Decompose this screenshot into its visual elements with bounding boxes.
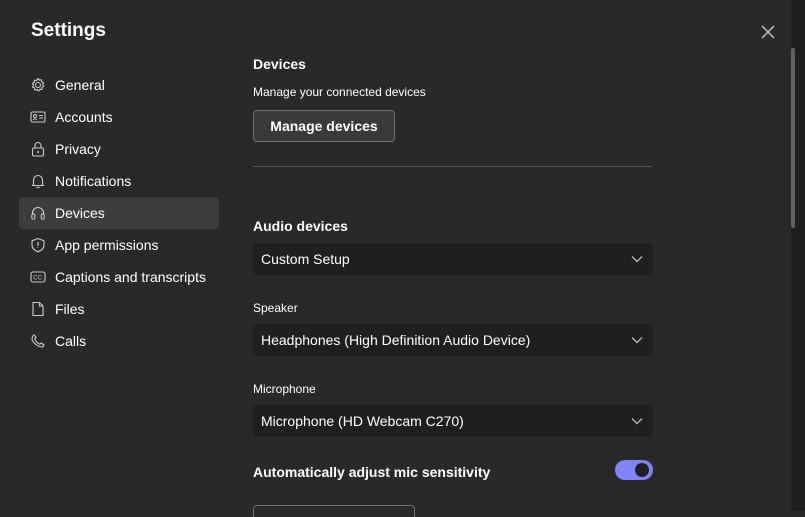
sidebar-item-notifications[interactable]: Notifications xyxy=(19,165,219,197)
speaker-label: Speaker xyxy=(253,301,298,315)
auto-adjust-mic-label: Automatically adjust mic sensitivity xyxy=(253,464,491,480)
bell-icon xyxy=(30,173,46,189)
phone-icon xyxy=(30,333,46,349)
speaker-value: Headphones (High Definition Audio Device… xyxy=(261,332,531,348)
sidebar-item-general[interactable]: General xyxy=(19,69,219,101)
chevron-down-icon xyxy=(631,418,643,425)
gear-icon xyxy=(30,77,46,93)
sidebar-item-label: App permissions xyxy=(55,237,159,253)
section-divider xyxy=(253,166,653,167)
sidebar-item-label: Calls xyxy=(55,333,87,349)
sidebar-item-label: Accounts xyxy=(55,109,113,125)
chevron-down-icon xyxy=(631,256,643,263)
devices-heading: Devices xyxy=(253,56,306,72)
chevron-down-icon xyxy=(631,337,643,344)
settings-sidebar: General Accounts Privacy Notifications D… xyxy=(19,69,219,357)
sidebar-item-app-permissions[interactable]: App permissions xyxy=(19,229,219,261)
headset-icon xyxy=(30,205,46,221)
svg-text:CC: CC xyxy=(33,276,42,282)
shield-icon xyxy=(30,237,46,253)
audio-setup-value: Custom Setup xyxy=(261,251,350,267)
sidebar-item-captions[interactable]: CC Captions and transcripts xyxy=(19,261,219,293)
cc-icon: CC xyxy=(30,269,46,285)
microphone-label: Microphone xyxy=(253,382,316,396)
sidebar-item-devices[interactable]: Devices xyxy=(19,197,219,229)
partially-visible-button[interactable] xyxy=(253,505,415,517)
sidebar-item-accounts[interactable]: Accounts xyxy=(19,101,219,133)
sidebar-item-label: Devices xyxy=(55,205,105,221)
lock-icon xyxy=(30,141,46,157)
sidebar-item-label: General xyxy=(55,77,105,93)
id-card-icon xyxy=(30,109,46,125)
audio-devices-heading: Audio devices xyxy=(253,218,348,234)
close-icon xyxy=(761,25,775,39)
sidebar-item-label: Captions and transcripts xyxy=(55,269,206,285)
sidebar-item-label: Files xyxy=(55,301,85,317)
toggle-knob xyxy=(635,463,649,477)
microphone-dropdown[interactable]: Microphone (HD Webcam C270) xyxy=(253,405,653,437)
auto-adjust-mic-row: Automatically adjust mic sensitivity xyxy=(253,460,653,482)
microphone-value: Microphone (HD Webcam C270) xyxy=(261,413,464,429)
audio-setup-dropdown[interactable]: Custom Setup xyxy=(253,243,653,275)
sidebar-item-files[interactable]: Files xyxy=(19,293,219,325)
sidebar-item-label: Privacy xyxy=(55,141,101,157)
manage-devices-button[interactable]: Manage devices xyxy=(253,110,395,142)
page-title: Settings xyxy=(31,20,106,41)
close-button[interactable] xyxy=(758,22,778,42)
sidebar-item-privacy[interactable]: Privacy xyxy=(19,133,219,165)
sidebar-item-calls[interactable]: Calls xyxy=(19,325,219,357)
sidebar-item-label: Notifications xyxy=(55,173,132,189)
devices-subtitle: Manage your connected devices xyxy=(253,85,426,99)
background-window-strip xyxy=(791,0,805,511)
speaker-dropdown[interactable]: Headphones (High Definition Audio Device… xyxy=(253,324,653,356)
scrollbar-thumb[interactable] xyxy=(791,48,795,228)
auto-adjust-mic-toggle[interactable] xyxy=(615,460,653,480)
file-icon xyxy=(30,301,46,317)
